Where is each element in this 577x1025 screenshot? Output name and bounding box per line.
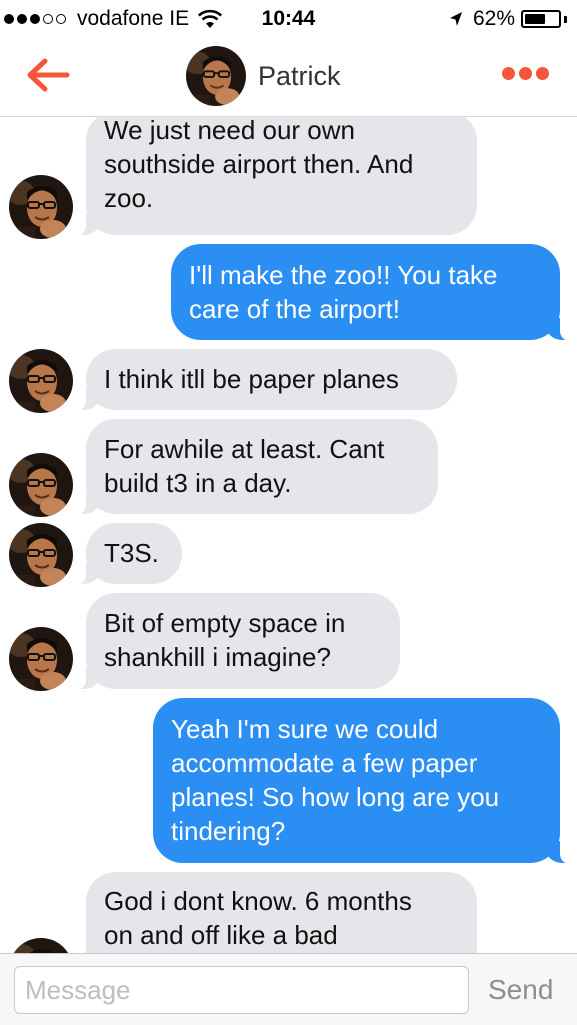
status-bar: vodafone IE 10:44 62% — [0, 0, 577, 38]
message-composer: Send — [0, 953, 577, 1025]
message-bubble-sent: I'll make the zoo!! You take care of the… — [171, 244, 572, 341]
send-button[interactable]: Send — [488, 974, 553, 1006]
message-text: Yeah I'm sure we could accommodate a few… — [171, 714, 500, 846]
sender-avatar[interactable] — [9, 175, 73, 239]
message-text: We just need our own southside airport t… — [104, 117, 414, 213]
message-text: T3S. — [104, 538, 159, 568]
sender-avatar[interactable] — [9, 453, 73, 517]
message-bubble-received: I think itll be paper planes — [74, 349, 457, 411]
message-text: Bit of empty space in shankhill i imagin… — [104, 608, 346, 672]
sender-avatar[interactable] — [9, 938, 73, 953]
message-bubble-received: For awhile at least. Cant build t3 in a … — [74, 419, 438, 515]
battery-icon — [521, 10, 561, 28]
message-input[interactable] — [14, 966, 469, 1014]
message-bubble-received: T3S. — [74, 523, 182, 585]
battery-percentage: 62% — [472, 7, 515, 30]
back-arrow-icon[interactable] — [25, 55, 71, 95]
message-text: I'll make the zoo!! You take care of the… — [189, 260, 498, 324]
more-dot — [502, 67, 515, 80]
sender-avatar[interactable] — [9, 349, 73, 413]
location-arrow-icon — [449, 12, 462, 26]
contact-info[interactable]: Patrick — [186, 46, 341, 106]
message-list[interactable]: We just need our own southside airport t… — [0, 117, 577, 953]
message-text: God i dont know. 6 months on and off lik… — [104, 886, 412, 950]
message-bubble-received: Bit of empty space in shankhill i imagin… — [74, 593, 400, 690]
message-bubble-received: God i dont know. 6 months on and off lik… — [86, 872, 477, 953]
contact-name[interactable]: Patrick — [258, 61, 341, 92]
message-text: I think itll be paper planes — [104, 364, 399, 394]
contact-avatar[interactable] — [186, 46, 246, 106]
more-dot — [519, 67, 532, 80]
message-bubble-sent: Yeah I'm sure we could accommodate a few… — [153, 698, 572, 864]
message-text: For awhile at least. Cant build t3 in a … — [104, 434, 385, 498]
sender-avatar[interactable] — [9, 523, 73, 587]
message-bubble-received: We just need our own southside airport t… — [74, 117, 477, 236]
chat-header: Patrick — [0, 38, 577, 117]
battery-level — [525, 14, 545, 24]
battery-tip — [564, 15, 567, 23]
more-options-icon[interactable] — [498, 67, 549, 80]
sender-avatar[interactable] — [9, 627, 73, 691]
more-dot — [536, 67, 549, 80]
